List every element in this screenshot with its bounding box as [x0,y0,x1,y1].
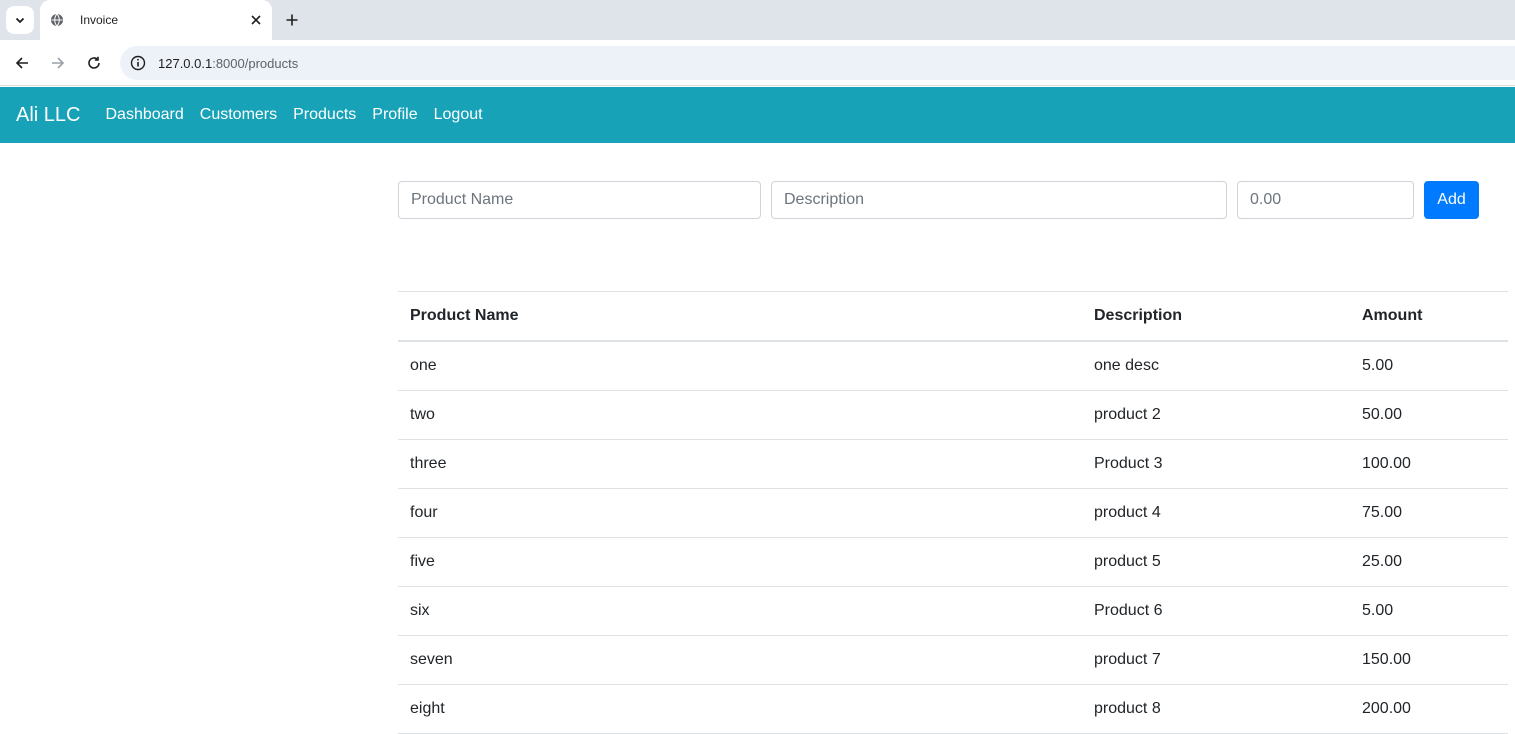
description-cell: one desc [1094,357,1159,374]
url-path: :8000/products [212,55,299,71]
chevron-down-icon [15,17,25,24]
product-name-cell: five [410,553,435,570]
nav-link-dashboard[interactable]: Dashboard [97,106,191,124]
amount-input[interactable]: 0.00 [1237,181,1414,219]
tab-search-button[interactable] [6,6,34,34]
nav-link-products[interactable]: Products [285,106,364,124]
product-name-cell: four [410,504,438,521]
url-host: 127.0.0.1 [158,55,213,71]
nav-link-customers[interactable]: Customers [192,106,285,124]
column-header-description: Description [1094,307,1183,324]
column-header-amount: Amount [1362,307,1423,324]
nav-links: Dashboard Customers Products Profile Log… [97,106,490,124]
product-name-cell: six [410,602,430,619]
table-row: eight product 8 200.00 [398,685,1508,734]
browser-toolbar: 127.0.0.1:8000/products [0,40,1515,86]
arrow-right-icon [52,57,65,69]
product-name-cell: one [410,357,437,374]
nav-link-logout[interactable]: Logout [426,106,491,124]
amount-cell: 100.00 [1362,455,1411,472]
table-header-row: Product Name Description Amount [398,292,1508,342]
product-name-cell: eight [410,700,445,717]
plus-icon [286,14,298,26]
amount-cell: 50.00 [1362,406,1403,423]
globe-icon [49,12,65,28]
app-navbar: Ali LLC Dashboard Customers Products Pro… [0,87,1515,143]
info-icon[interactable] [129,54,147,72]
product-name-cell: three [410,455,447,472]
table-row: five product 5 25.00 [398,538,1508,587]
table-row: seven product 7 150.00 [398,636,1508,685]
description-input[interactable]: Description [771,181,1227,219]
product-name-cell: two [410,406,435,423]
close-icon[interactable] [248,12,264,28]
amount-cell: 5.00 [1362,357,1394,374]
description-cell: Product 3 [1094,455,1163,472]
back-button[interactable] [10,51,34,75]
arrow-left-icon [15,57,28,69]
address-bar[interactable]: 127.0.0.1:8000/products [120,46,1515,80]
description-cell: product 4 [1094,504,1161,521]
product-name-input[interactable]: Product Name [398,181,761,219]
table-row: three Product 3 100.00 [398,440,1508,489]
product-name-cell: seven [410,651,453,668]
add-button[interactable]: Add [1424,181,1479,219]
description-cell: product 8 [1094,700,1161,717]
browser-tab-active[interactable]: Invoice [40,0,272,40]
table-row: four product 4 75.00 [398,489,1508,538]
tab-title: Invoice [80,13,119,27]
forward-button[interactable] [46,51,70,75]
amount-cell: 75.00 [1362,504,1403,521]
nav-link-profile[interactable]: Profile [364,106,425,124]
description-cell: product 2 [1094,406,1161,423]
brand-logo[interactable]: Ali LLC [16,104,80,127]
table-row: one one desc 5.00 [398,342,1508,391]
table-row: two product 2 50.00 [398,391,1508,440]
url-text: 127.0.0.1:8000/products [158,56,298,71]
description-cell: product 7 [1094,651,1161,668]
products-table: Product Name Description Amount one one … [398,291,1508,734]
column-header-product-name: Product Name [410,307,519,324]
amount-cell: 150.00 [1362,651,1411,668]
description-cell: Product 6 [1094,602,1163,619]
amount-cell: 25.00 [1362,553,1403,570]
new-tab-button[interactable] [282,10,302,30]
reload-button[interactable] [82,51,106,75]
amount-cell: 5.00 [1362,602,1394,619]
browser-tabstrip: Invoice [0,0,1515,40]
description-cell: product 5 [1094,553,1161,570]
reload-icon [88,56,100,69]
table-row: six Product 6 5.00 [398,587,1508,636]
amount-cell: 200.00 [1362,700,1411,717]
